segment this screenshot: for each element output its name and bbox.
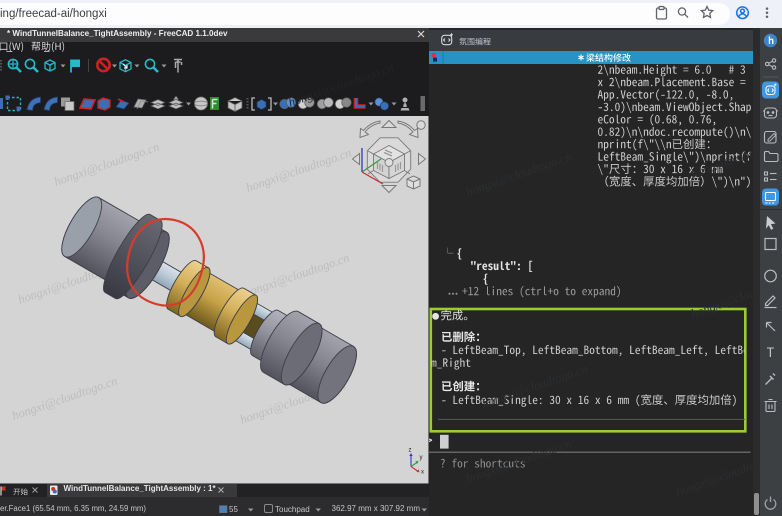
svg-text:hongxi@cloudtogo.cn: hongxi@cloudtogo.cn (689, 272, 760, 321)
svg-text:hongxi@cloudtogo.cn: hongxi@cloudtogo.cn (464, 437, 573, 486)
svg-text:hongxi@cloudtogo.cn: hongxi@cloudtogo.cn (674, 450, 760, 499)
svg-text:x: x (421, 470, 424, 476)
svg-text:hongxi@cloudtogo.cn: hongxi@cloudtogo.cn (689, 132, 760, 181)
svg-text:z: z (409, 448, 412, 454)
svg-text:y: y (420, 455, 423, 461)
svg-text:hongxi@cloudtogo.cn: hongxi@cloudtogo.cn (464, 150, 573, 199)
